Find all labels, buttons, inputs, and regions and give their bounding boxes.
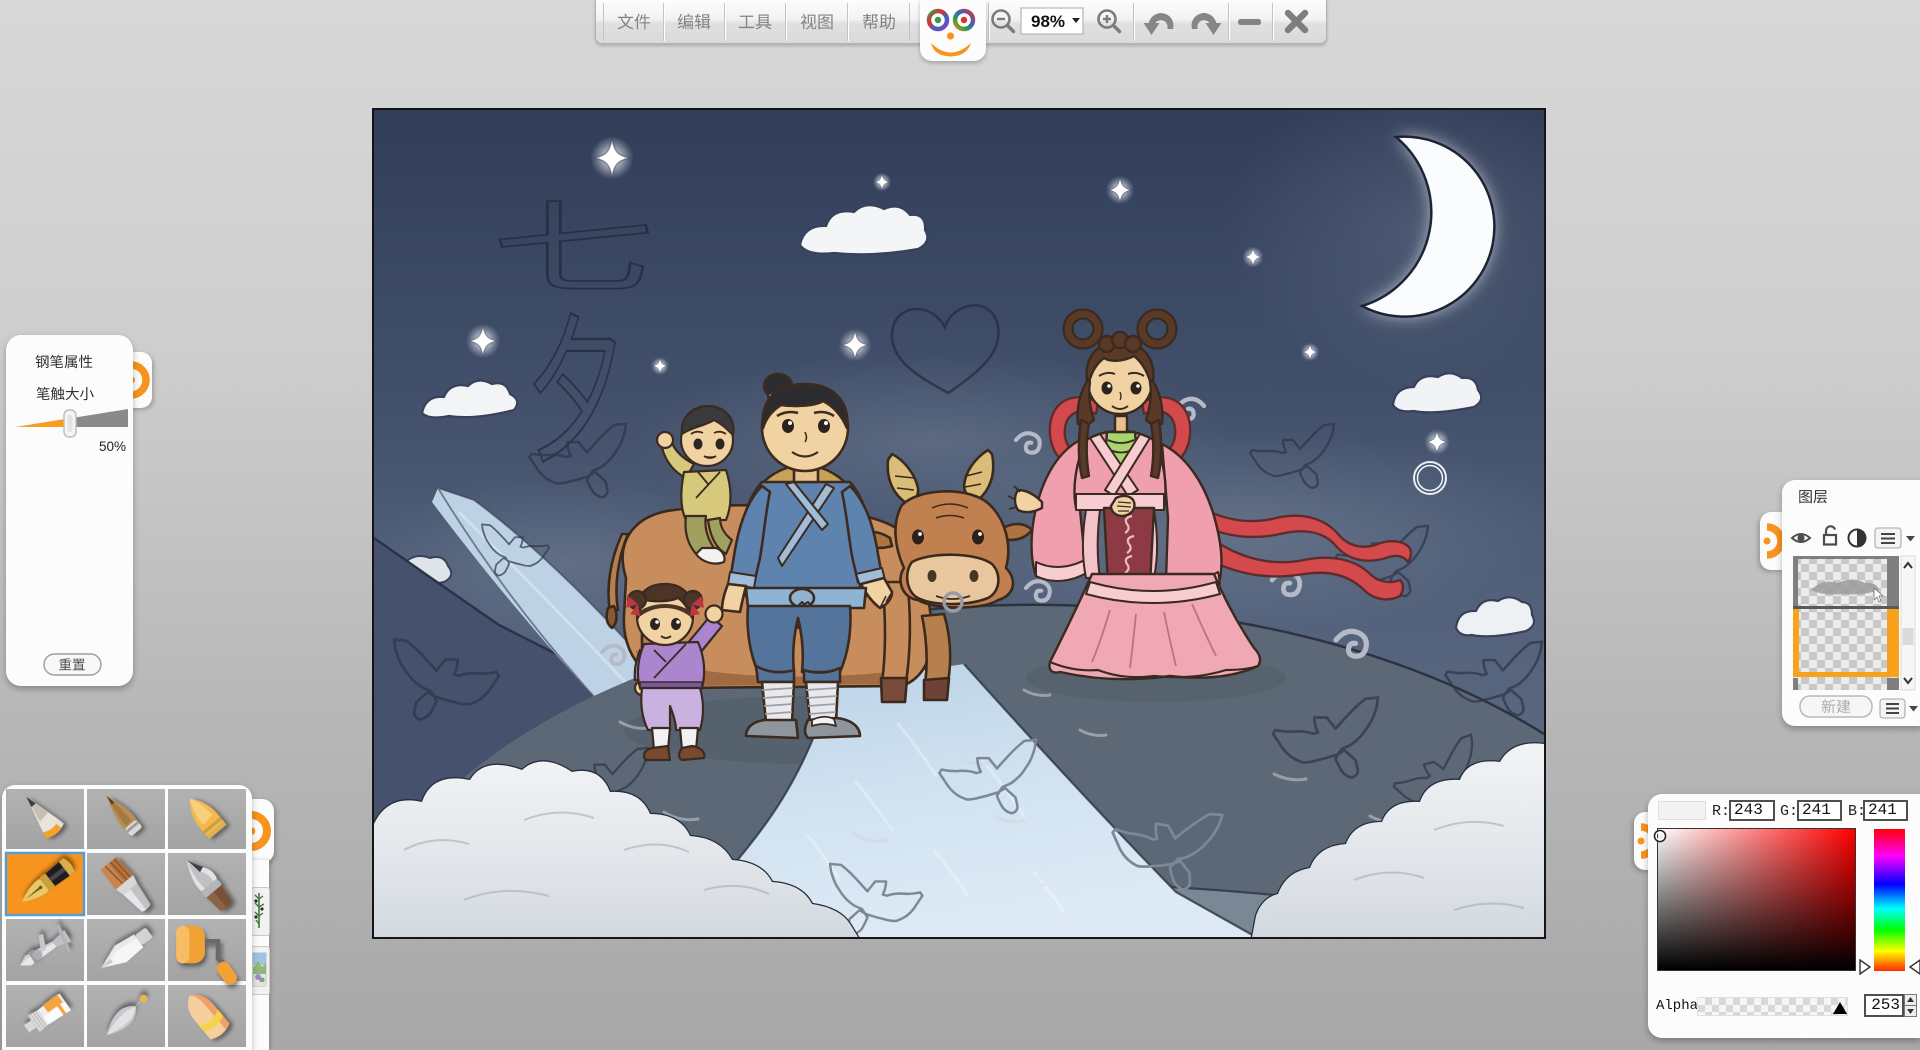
svg-text:50%: 50%: [99, 439, 126, 454]
svg-text:98%: 98%: [1031, 12, 1065, 31]
